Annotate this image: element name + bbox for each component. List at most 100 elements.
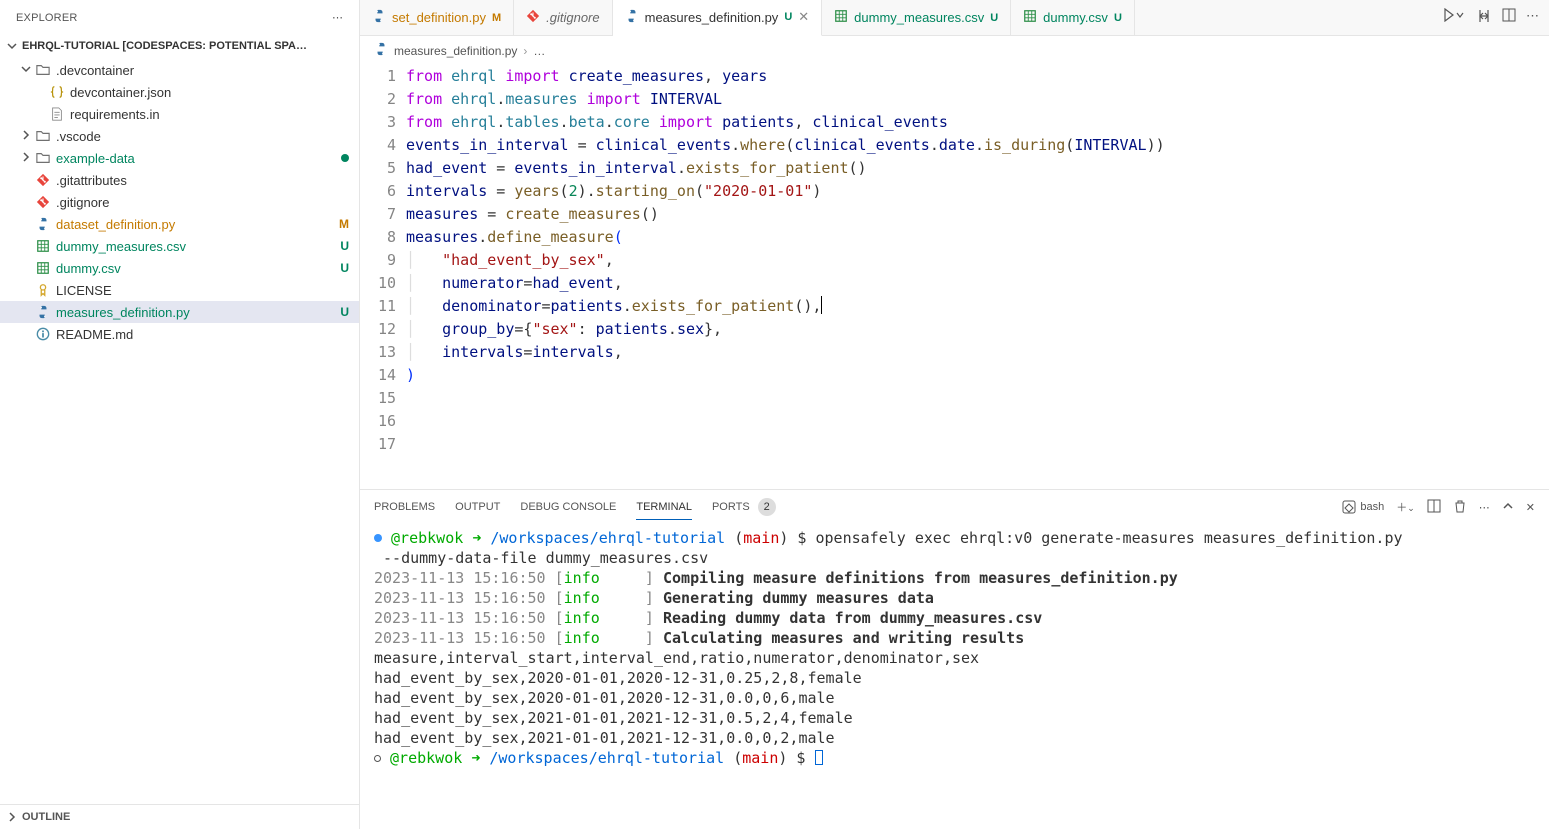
- chevron-right-icon[interactable]: [18, 151, 34, 166]
- tree-item[interactable]: dataset_definition.pyM: [0, 213, 359, 235]
- breadcrumb-rest: …: [533, 44, 545, 58]
- code-content[interactable]: from ehrql import create_measures, years…: [406, 65, 1549, 489]
- project-section-header[interactable]: EHRQL-TUTORIAL [CODESPACES: POTENTIAL SP…: [0, 35, 359, 57]
- editor-more-icon[interactable]: ⋯: [1526, 8, 1539, 27]
- scm-badge: M: [339, 217, 349, 231]
- new-terminal-icon[interactable]: ＋⌄: [1396, 499, 1415, 515]
- tree-item-label: dummy_measures.csv: [56, 239, 340, 254]
- bash-icon: [1342, 500, 1356, 514]
- scm-badge: U: [784, 11, 792, 23]
- tree-item[interactable]: .gitignore: [0, 191, 359, 213]
- line-number-gutter: 1234567891011121314151617: [360, 65, 406, 489]
- chevron-right-icon: [4, 809, 20, 825]
- close-tab-icon[interactable]: ✕: [798, 9, 809, 25]
- terminal-cursor: [815, 750, 823, 765]
- editor-tab[interactable]: measures_definition.py U ✕: [613, 0, 823, 36]
- code-editor[interactable]: 1234567891011121314151617 from ehrql imp…: [360, 65, 1549, 489]
- chevron-down-icon[interactable]: [18, 63, 34, 78]
- breadcrumb-file: measures_definition.py: [394, 44, 517, 58]
- csv-icon: [34, 237, 52, 255]
- run-dropdown-icon[interactable]: [1444, 8, 1466, 27]
- chevron-right-icon[interactable]: [18, 129, 34, 144]
- editor-tab[interactable]: dummy_measures.csvU: [822, 0, 1011, 36]
- tab-output[interactable]: OUTPUT: [455, 495, 500, 519]
- outline-label: OUTLINE: [22, 811, 70, 823]
- tree-item[interactable]: README.md: [0, 323, 359, 345]
- tab-label: .gitignore: [546, 10, 599, 25]
- panel-tab-bar: PROBLEMS OUTPUT DEBUG CONSOLE TERMINAL P…: [360, 490, 1549, 524]
- tab-label: dummy_measures.csv: [854, 10, 984, 25]
- editor-tab[interactable]: .gitignore: [514, 0, 612, 36]
- tree-item[interactable]: LICENSE: [0, 279, 359, 301]
- terminal-output[interactable]: @rebkwok ➜ /workspaces/ehrql-tutorial (m…: [360, 524, 1549, 829]
- explorer-title: EXPLORER: [16, 12, 78, 24]
- python-icon: [625, 9, 639, 26]
- tree-item-label: measures_definition.py: [56, 305, 340, 320]
- tab-terminal[interactable]: TERMINAL: [636, 495, 692, 520]
- status-dot-icon: [374, 534, 382, 542]
- tree-item[interactable]: requirements.in: [0, 103, 359, 125]
- tree-item[interactable]: measures_definition.pyU: [0, 301, 359, 323]
- editor-actions: ⋯: [1434, 8, 1549, 27]
- project-title: EHRQL-TUTORIAL [CODESPACES: POTENTIAL SP…: [22, 40, 307, 52]
- csv-icon: [1023, 9, 1037, 26]
- tab-problems[interactable]: PROBLEMS: [374, 495, 435, 519]
- csv-icon: [34, 259, 52, 277]
- tree-item-label: example-data: [56, 151, 341, 166]
- folder-icon: [34, 149, 52, 167]
- close-panel-icon[interactable]: ✕: [1526, 501, 1535, 514]
- tree-item[interactable]: .devcontainer: [0, 59, 359, 81]
- scm-badge: U: [340, 239, 349, 253]
- tree-item[interactable]: dummy.csvU: [0, 257, 359, 279]
- breadcrumb-separator-icon: ›: [523, 44, 527, 58]
- kill-terminal-icon[interactable]: [1453, 499, 1467, 516]
- scm-badge: U: [340, 261, 349, 275]
- git-icon: [34, 193, 52, 211]
- shell-indicator[interactable]: bash: [1342, 500, 1384, 514]
- folder-icon: [34, 61, 52, 79]
- tree-item-label: .gitignore: [56, 195, 349, 210]
- split-editor-icon[interactable]: [1502, 8, 1516, 27]
- tree-item[interactable]: .vscode: [0, 125, 359, 147]
- scm-badge: U: [1114, 12, 1122, 24]
- git-icon: [526, 9, 540, 26]
- tree-item[interactable]: devcontainer.json: [0, 81, 359, 103]
- tab-debug[interactable]: DEBUG CONSOLE: [520, 495, 616, 519]
- tree-item[interactable]: dummy_measures.csvU: [0, 235, 359, 257]
- outline-section-header[interactable]: OUTLINE: [0, 804, 359, 829]
- split-terminal-icon[interactable]: [1427, 499, 1441, 516]
- panel-more-icon[interactable]: ⋯: [1479, 501, 1490, 514]
- compare-changes-icon[interactable]: [1476, 8, 1492, 27]
- tree-item-label: dataset_definition.py: [56, 217, 339, 232]
- tab-bar: set_definition.pyM .gitignore measures_def…: [360, 0, 1549, 36]
- panel-actions: bash ＋⌄ ⋯ ✕: [1342, 499, 1535, 516]
- breadcrumb[interactable]: measures_definition.py › …: [360, 36, 1549, 65]
- modified-dot-icon: [341, 154, 349, 162]
- editor-area: set_definition.pyM .gitignore measures_def…: [360, 0, 1549, 829]
- text-icon: [48, 105, 66, 123]
- python-icon: [372, 9, 386, 26]
- tree-item-label: .devcontainer: [56, 63, 349, 78]
- tree-item-label: README.md: [56, 327, 349, 342]
- license-icon: [34, 281, 52, 299]
- maximize-panel-icon[interactable]: [1502, 500, 1514, 515]
- status-dot-icon: [374, 755, 381, 762]
- tab-label: dummy.csv: [1043, 10, 1108, 25]
- editor-tab[interactable]: dummy.csv U: [1011, 0, 1135, 36]
- tree-item[interactable]: .gitattributes: [0, 169, 359, 191]
- editor-tab[interactable]: set_definition.pyM: [360, 0, 514, 36]
- ports-count-badge: 2: [758, 498, 776, 516]
- tree-item-label: .vscode: [56, 129, 349, 144]
- tree-item-label: LICENSE: [56, 283, 349, 298]
- tree-item-label: requirements.in: [70, 107, 349, 122]
- explorer-more-icon[interactable]: ⋯: [332, 11, 343, 24]
- tab-label: measures_definition.py: [645, 10, 779, 25]
- chevron-down-icon: [4, 38, 20, 54]
- tree-item[interactable]: example-data: [0, 147, 359, 169]
- readme-icon: [34, 325, 52, 343]
- python-icon: [34, 215, 52, 233]
- tab-ports[interactable]: PORTS 2: [712, 492, 776, 522]
- python-icon: [374, 42, 388, 59]
- scm-badge: U: [340, 305, 349, 319]
- scm-badge: M: [492, 12, 501, 24]
